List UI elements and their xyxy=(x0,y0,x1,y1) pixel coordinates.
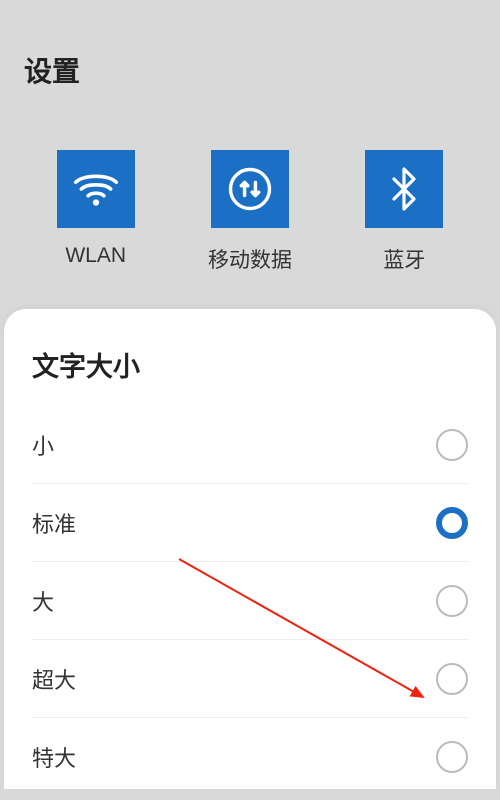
option-extra-large[interactable]: 超大 xyxy=(32,640,468,718)
bluetooth-icon xyxy=(365,150,443,228)
tile-label: WLAN xyxy=(65,244,126,268)
font-size-card: 文字大小 小 标准 大 超大 特大 xyxy=(4,309,496,789)
option-label: 特大 xyxy=(32,741,76,773)
option-huge[interactable]: 特大 xyxy=(32,718,468,796)
tile-label: 蓝牙 xyxy=(383,244,425,274)
wifi-icon xyxy=(57,150,135,228)
option-label: 小 xyxy=(32,429,54,461)
option-large[interactable]: 大 xyxy=(32,562,468,640)
header: 设置 xyxy=(0,0,500,120)
card-title: 文字大小 xyxy=(32,345,468,384)
tile-label: 移动数据 xyxy=(208,244,292,274)
quick-tiles-row: WLAN 移动数据 蓝牙 xyxy=(0,120,500,304)
option-standard[interactable]: 标准 xyxy=(32,484,468,562)
data-icon xyxy=(211,150,289,228)
radio-icon xyxy=(436,741,468,773)
option-label: 超大 xyxy=(32,663,76,695)
option-small[interactable]: 小 xyxy=(32,406,468,484)
tile-bluetooth[interactable]: 蓝牙 xyxy=(365,150,443,274)
radio-icon-selected xyxy=(436,507,468,539)
radio-icon xyxy=(436,663,468,695)
tile-mobile-data[interactable]: 移动数据 xyxy=(208,150,292,274)
radio-icon xyxy=(436,585,468,617)
option-label: 大 xyxy=(32,585,54,617)
tile-wlan[interactable]: WLAN xyxy=(57,150,135,274)
option-label: 标准 xyxy=(32,507,76,539)
page-title: 设置 xyxy=(24,50,476,90)
radio-icon xyxy=(436,429,468,461)
